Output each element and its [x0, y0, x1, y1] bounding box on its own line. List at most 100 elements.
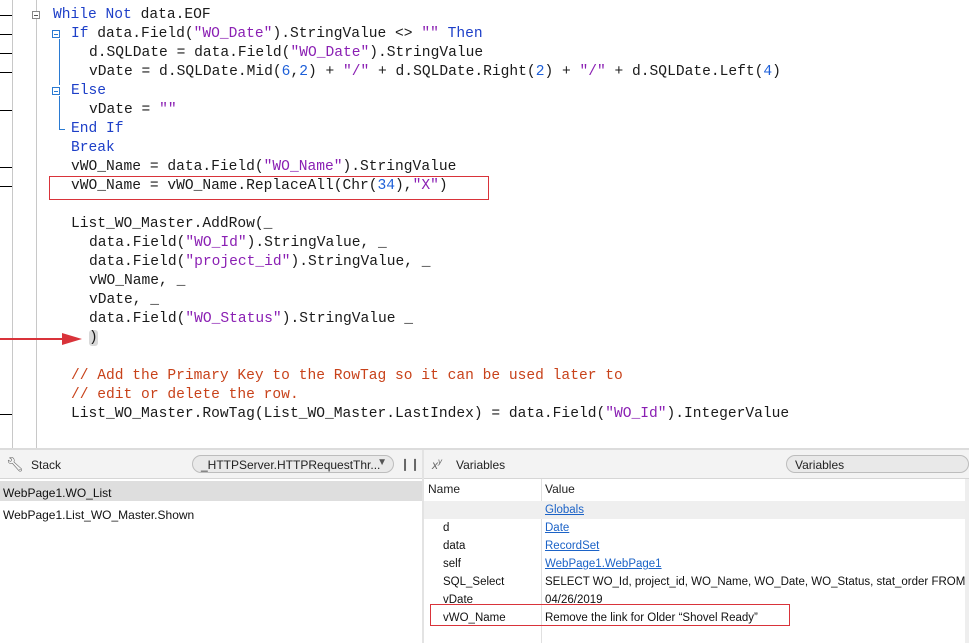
- code-token: ): [772, 64, 781, 80]
- variable-row-self[interactable]: self WebPage1.WebPage1: [424, 555, 969, 573]
- code-token: data.Field(: [89, 254, 186, 270]
- variables-header: xy Variables Variables: [424, 450, 969, 479]
- code-token: List_WO_Master.AddRow(_: [71, 216, 273, 232]
- fold-toggle-if[interactable]: [52, 30, 60, 38]
- code-token: ).IntegerValue: [666, 406, 790, 422]
- stack-frame[interactable]: WebPage1.List_WO_Master.Shown: [0, 503, 422, 523]
- code-token: "WO_Date": [290, 45, 370, 61]
- stack-frame-label: WebPage1.WO_List: [3, 486, 112, 500]
- fold-toggle-else[interactable]: [52, 87, 60, 95]
- code-token: data.Field(: [89, 235, 186, 251]
- code-token: data.Field(: [89, 311, 186, 327]
- code-token: ) +: [307, 64, 343, 80]
- code-token: ).StringValue: [342, 159, 457, 175]
- code-line[interactable]: vWO_Name, _: [89, 272, 185, 291]
- variables-icon: xy: [432, 457, 442, 472]
- globals-link[interactable]: Globals: [545, 504, 584, 516]
- code-token: ) +: [544, 64, 580, 80]
- code-line[interactable]: vDate = d.SQLDate.Mid(6,2) + "/" + d.SQL…: [89, 63, 781, 82]
- fold-guide: [59, 96, 60, 129]
- code-token: vWO_Name = data.Field(: [71, 159, 264, 175]
- code-line[interactable]: Else: [71, 82, 106, 101]
- pause-threads-icon[interactable]: ❙❙: [400, 457, 420, 471]
- code-token: Break: [71, 140, 115, 156]
- code-token: "project_id": [185, 254, 291, 270]
- fold-guide-end: [59, 129, 65, 130]
- code-token: vDate =: [89, 102, 160, 118]
- code-editor[interactable]: While Not data.EOF If data.Field("WO_Date…: [0, 0, 969, 448]
- variable-row-d[interactable]: d Date: [424, 519, 969, 537]
- code-token: ).StringValue: [369, 45, 484, 61]
- code-line[interactable]: // edit or delete the row.: [71, 386, 299, 405]
- line-marker: [0, 34, 12, 35]
- wrench-icon: 🔧︎: [6, 456, 24, 472]
- variables-title: Variables: [456, 458, 506, 472]
- code-line[interactable]: data.Field("WO_Status").StringValue _: [89, 310, 413, 329]
- variable-row-data[interactable]: data RecordSet: [424, 537, 969, 555]
- line-marker: [0, 53, 12, 54]
- code-token: + d.SQLDate.Right(: [369, 64, 536, 80]
- code-token: vDate, _: [89, 292, 160, 308]
- code-token: + d.SQLDate.Left(: [605, 64, 764, 80]
- code-token: "/": [579, 64, 606, 80]
- stack-header: 🔧︎ Stack _HTTPServer.HTTPRequestThr... ▼…: [0, 450, 422, 479]
- variable-name: SQL_Select: [443, 576, 505, 588]
- code-line[interactable]: List_WO_Master.AddRow(_: [71, 215, 272, 234]
- code-line[interactable]: data.Field("WO_Id").StringValue, _: [89, 234, 387, 253]
- code-line[interactable]: While Not data.EOF: [53, 6, 211, 25]
- variable-value-link[interactable]: Date: [545, 522, 569, 534]
- code-line[interactable]: ): [89, 329, 98, 348]
- thread-dropdown[interactable]: _HTTPServer.HTTPRequestThr... ▼: [192, 455, 394, 473]
- code-token: ).StringValue <>: [272, 26, 422, 42]
- code-token: "WO_Id": [605, 406, 667, 422]
- code-token: 4: [763, 64, 773, 80]
- code-token: Then: [438, 26, 483, 42]
- code-token: While Not: [53, 7, 132, 23]
- code-token: ).StringValue, _: [290, 254, 431, 270]
- code-token: // Add the Primary Key to the RowTag so …: [71, 368, 623, 384]
- highlight-box-replaceall: [49, 176, 489, 200]
- highlight-box-vwo-name: [430, 604, 790, 626]
- code-token: d.SQLDate = data.Field(: [89, 45, 291, 61]
- value-column-header[interactable]: Value: [545, 482, 575, 496]
- code-token: "WO_Id": [185, 235, 247, 251]
- code-token: If: [71, 26, 89, 42]
- code-token: // edit or delete the row.: [71, 387, 299, 403]
- stack-frame[interactable]: WebPage1.WO_List: [0, 481, 422, 501]
- code-token: vWO_Name, _: [89, 273, 186, 289]
- line-marker: [0, 167, 12, 168]
- code-line[interactable]: vDate = "": [89, 101, 177, 120]
- name-column-header[interactable]: Name: [428, 482, 460, 496]
- line-marker: [0, 15, 12, 16]
- code-line[interactable]: data.Field("project_id").StringValue, _: [89, 253, 431, 272]
- code-token: "": [159, 102, 177, 118]
- variable-value-link[interactable]: WebPage1.WebPage1: [545, 558, 662, 570]
- code-line[interactable]: vDate, _: [89, 291, 159, 310]
- code-line[interactable]: List_WO_Master.RowTag(List_WO_Master.Las…: [71, 405, 789, 424]
- current-line-paren: ): [89, 330, 98, 346]
- code-line[interactable]: vWO_Name = data.Field("WO_Name").StringV…: [71, 158, 456, 177]
- stack-pane: 🔧︎ Stack _HTTPServer.HTTPRequestThr... ▼…: [0, 450, 422, 643]
- code-line[interactable]: d.SQLDate = data.Field("WO_Date").String…: [89, 44, 483, 63]
- fold-separator: [36, 0, 37, 448]
- code-token: End If: [71, 121, 124, 137]
- variables-pane: xy Variables Variables Name Value Global…: [424, 450, 969, 643]
- code-line[interactable]: Break: [71, 139, 115, 158]
- vertical-scrollbar[interactable]: [965, 479, 969, 643]
- variable-name: self: [443, 558, 461, 570]
- scope-dropdown[interactable]: Variables: [786, 455, 969, 473]
- code-token: 2: [299, 64, 308, 80]
- stack-title: Stack: [31, 458, 62, 472]
- variable-value-link[interactable]: RecordSet: [545, 540, 599, 552]
- code-line[interactable]: // Add the Primary Key to the RowTag so …: [71, 367, 623, 386]
- code-token: "WO_Name": [263, 159, 343, 175]
- code-token: ,: [290, 64, 300, 80]
- code-line[interactable]: End If: [71, 120, 124, 139]
- variable-name: d: [443, 522, 450, 534]
- variable-row-sql-select[interactable]: SQL_Select SELECT WO_Id, project_id, WO_…: [424, 573, 969, 591]
- fold-toggle-while[interactable]: [32, 11, 40, 19]
- globals-row[interactable]: Globals: [424, 501, 969, 519]
- code-line[interactable]: If data.Field("WO_Date").StringValue <> …: [71, 25, 483, 44]
- thread-dropdown-value: _HTTPServer.HTTPRequestThr...: [201, 458, 381, 472]
- gutter-separator: [12, 0, 13, 448]
